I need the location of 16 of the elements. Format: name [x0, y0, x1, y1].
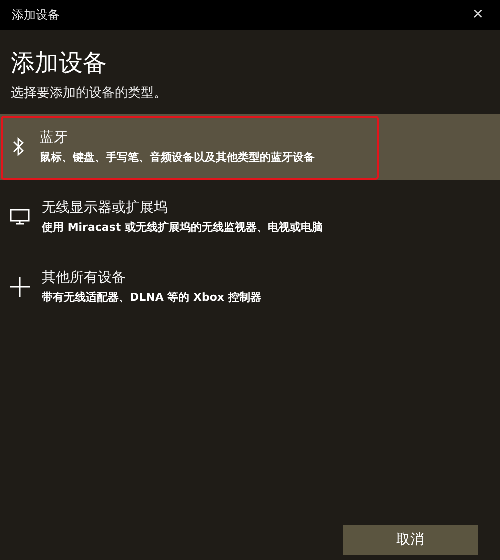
device-type-option[interactable]: 蓝牙 鼠标、键盘、手写笔、音频设备以及其他类型的蓝牙设备	[0, 114, 500, 180]
page-heading: 添加设备	[11, 48, 108, 79]
cancel-button[interactable]: 取消	[343, 525, 478, 555]
option-description: 鼠标、键盘、手写笔、音频设备以及其他类型的蓝牙设备	[40, 150, 315, 165]
monitor-icon	[10, 208, 30, 226]
instruction-text: 选择要添加的设备的类型。	[11, 85, 168, 103]
close-button[interactable]: ✕	[468, 5, 488, 25]
window-title: 添加设备	[12, 6, 60, 24]
plus-icon	[10, 277, 30, 297]
option-title: 无线显示器或扩展坞	[42, 199, 169, 217]
option-title: 其他所有设备	[42, 269, 127, 287]
device-type-option[interactable]: 无线显示器或扩展坞 使用 Miracast 或无线扩展坞的无线监视器、电视或电脑	[0, 184, 500, 250]
option-title: 蓝牙	[40, 129, 69, 147]
device-type-option[interactable]: 其他所有设备 带有无线适配器、DLNA 等的 Xbox 控制器	[0, 254, 500, 320]
option-description: 使用 Miracast 或无线扩展坞的无线监视器、电视或电脑	[42, 220, 323, 235]
option-description: 带有无线适配器、DLNA 等的 Xbox 控制器	[42, 290, 262, 305]
